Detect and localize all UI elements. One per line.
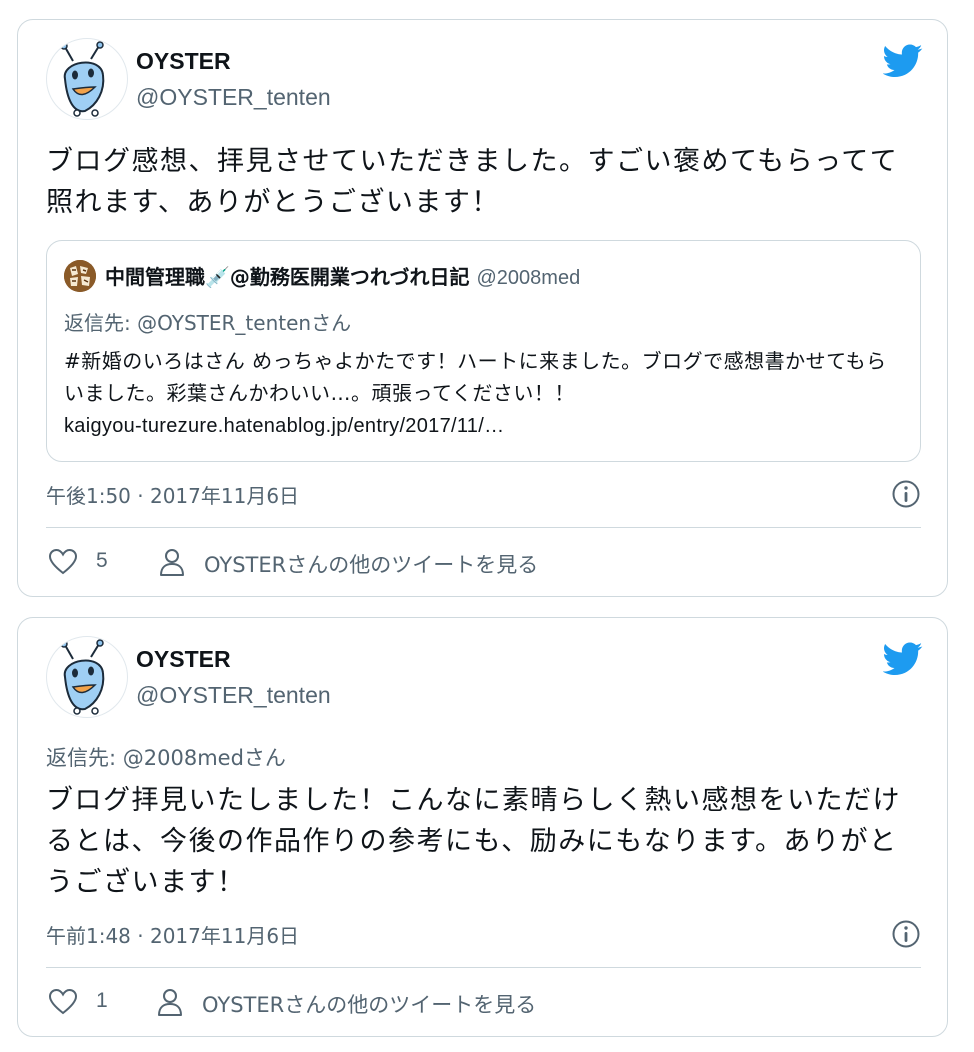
quoted-tweet[interactable]: 中間管理職💉@勤務医開業つれづれ日記 @2008med 返信先: @OYSTER… [46,240,921,462]
more-tweets-link[interactable]: OYSTERさんの他のツイートを見る [202,989,536,1019]
quoted-author-name[interactable]: 中間管理職💉@勤務医開業つれづれ日記 [105,265,470,289]
tweet-timestamp[interactable]: 午後1:50 · 2017年11月6日 [46,480,299,509]
author-handle[interactable]: @OYSTER_tenten [136,682,331,709]
reply-prefix: 返信先: [64,311,138,335]
author-handle[interactable]: @OYSTER_tenten [136,84,331,111]
quoted-link[interactable]: kaigyou-turezure.hatenablog.jp/entry/201… [64,415,504,437]
reply-prefix: 返信先: [46,746,123,770]
heart-icon[interactable] [48,547,78,577]
person-icon[interactable] [156,987,184,1017]
reply-to-handle[interactable]: @2008med [123,746,244,770]
twitter-bird-icon[interactable] [883,642,923,676]
quoted-author: 中間管理職💉@勤務医開業つれづれ日記 @2008med [105,261,580,290]
like-count[interactable]: 1 [96,989,108,1013]
heart-icon[interactable] [48,987,78,1017]
author-name[interactable]: OYSTER [136,48,231,75]
tweet-text: ブログ感想、拝見させていただきました。すごい褒めてもらってて照れます、ありがとう… [46,146,899,218]
tweet-timestamp[interactable]: 午前1:48 · 2017年11月6日 [46,920,299,949]
like-count[interactable]: 5 [96,549,108,573]
tweet-card[interactable]: OYSTER @OYSTER_tenten 返信先: @2008medさん ブロ… [17,617,948,1037]
more-tweets-link[interactable]: OYSTERさんの他のツイートを見る [204,549,538,579]
author-name[interactable]: OYSTER [136,646,231,673]
author-avatar[interactable] [46,38,128,120]
quoted-text: #新婚のいろはさん めっちゃよかたです！ハートに来ました。ブログで感想書かせても… [64,345,906,442]
divider [46,527,921,528]
divider [46,967,921,968]
info-icon[interactable] [891,919,921,949]
reply-suffix: さん [243,746,286,770]
tweet-card[interactable]: OYSTER @OYSTER_tenten ブログ感想、拝見させていただきました… [17,19,948,597]
reply-to: 返信先: @2008medさん [46,742,286,772]
tweet-actions: 1 OYSTERさんの他のツイートを見る [46,985,921,1021]
info-icon[interactable] [891,479,921,509]
tweet-text: ブログ拝見いたしました！こんなに素晴らしく熱い感想をいただけるとは、今後の作品作… [46,785,901,898]
twitter-bird-icon[interactable] [883,44,923,78]
quoted-body: #新婚のいろはさん めっちゃよかたです！ハートに来ました。ブログで感想書かせても… [64,349,887,405]
reply-to-handle[interactable]: @OYSTER_tenten [137,311,311,335]
quoted-author-handle[interactable]: @2008med [476,267,580,289]
person-icon[interactable] [158,547,186,577]
tweet-actions: 5 OYSTERさんの他のツイートを見る [46,545,921,581]
quoted-author-avatar [64,260,96,292]
reply-suffix: さん [311,311,352,335]
quoted-reply-to: 返信先: @OYSTER_tentenさん [64,307,351,336]
author-avatar[interactable] [46,636,128,718]
